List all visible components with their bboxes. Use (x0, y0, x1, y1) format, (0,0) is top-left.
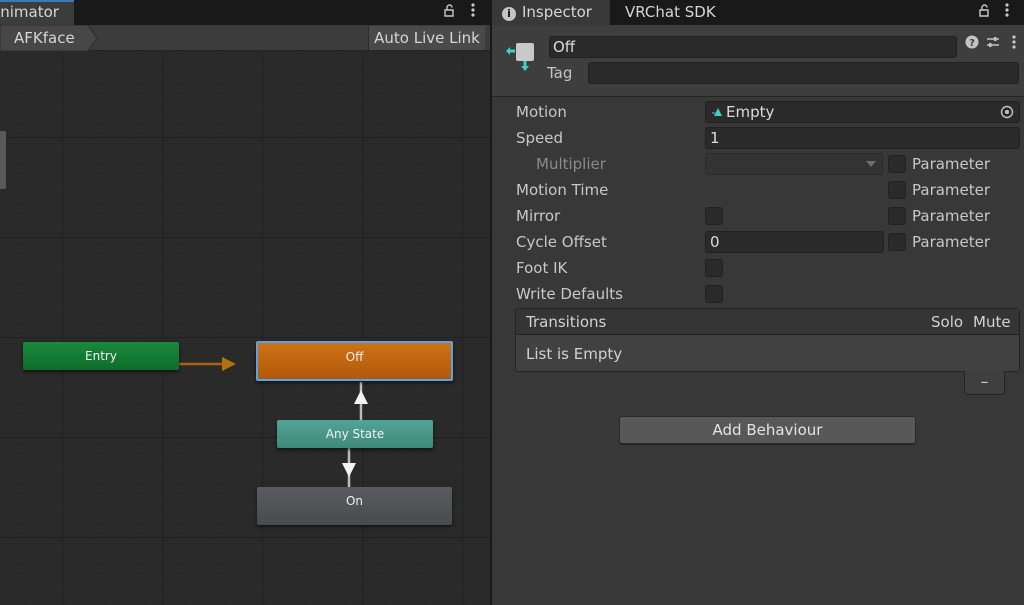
speed-input[interactable]: 1 (705, 127, 1020, 149)
breadcrumb[interactable]: AFKface (0, 25, 100, 51)
list-empty-text: List is Empty (526, 345, 623, 363)
motion-value: Empty (726, 103, 775, 121)
state-name-input[interactable]: Off (549, 36, 957, 58)
mirror-parameter-label: Parameter (912, 207, 991, 225)
remove-transition-button[interactable]: – (964, 371, 1005, 395)
breadcrumb-label: AFKface (14, 29, 75, 47)
speed-label: Speed (516, 129, 564, 147)
graph-scrollbar[interactable] (0, 131, 6, 189)
inspector-header: Off ? Tag (492, 25, 1024, 97)
transitions-header: Transitions Solo Mute (516, 309, 1019, 335)
tag-label: Tag (547, 64, 573, 82)
animator-tab-bar: Animator (0, 0, 490, 25)
transitions-title: Transitions (526, 313, 607, 331)
state-node-on[interactable]: On (257, 487, 452, 525)
cycle-offset-parameter-label: Parameter (912, 233, 991, 251)
inspector-tab-bar: i Inspector VRChat SDK (492, 0, 1024, 25)
tab-animator-label: Animator (0, 3, 59, 21)
multiplier-dropdown (705, 153, 883, 175)
inspector-window: i Inspector VRChat SDK Off ? Tag Motion … (492, 0, 1024, 605)
state-node-entry[interactable]: Entry (23, 342, 179, 370)
animator-toolbar: AFKface Auto Live Link (0, 25, 490, 51)
mirror-checkbox[interactable] (705, 207, 723, 225)
state-node-any-state[interactable]: Any State (277, 420, 433, 448)
cycle-offset-parameter-checkbox[interactable] (888, 233, 906, 251)
tag-input[interactable] (588, 62, 1019, 84)
motion-time-parameter-checkbox[interactable] (888, 181, 906, 199)
multiplier-label: Multiplier (536, 155, 606, 173)
write-defaults-label: Write Defaults (516, 285, 623, 303)
state-node-off[interactable]: Off (256, 341, 453, 381)
object-picker-icon[interactable] (1000, 105, 1014, 119)
motion-time-label: Motion Time (516, 181, 609, 199)
kebab-menu-icon[interactable] (1006, 35, 1022, 53)
tab-inspector[interactable]: i Inspector (492, 0, 610, 25)
solo-column-label: Solo (931, 313, 964, 331)
kebab-menu-icon[interactable] (465, 0, 481, 25)
foot-ik-label: Foot IK (516, 259, 568, 277)
animator-state-icon (506, 43, 534, 71)
multiplier-parameter-checkbox[interactable] (888, 155, 906, 173)
help-icon[interactable]: ? (964, 35, 980, 53)
lock-icon[interactable] (441, 0, 457, 25)
presets-icon[interactable] (985, 35, 1001, 53)
motion-field[interactable]: Empty (705, 101, 1020, 123)
mute-column-label: Mute (973, 313, 1011, 331)
auto-live-link-button[interactable]: Auto Live Link (368, 26, 485, 50)
info-icon: i (502, 7, 516, 21)
lock-icon[interactable] (976, 0, 992, 25)
animator-window: Animator AFKface Auto Live Link (0, 0, 490, 605)
chevron-down-icon (866, 161, 876, 167)
multiplier-parameter-label: Parameter (912, 155, 991, 173)
mirror-parameter-checkbox[interactable] (888, 207, 906, 225)
animation-clip-icon (712, 108, 722, 116)
svg-text:?: ? (969, 38, 975, 49)
active-tab-accent (0, 0, 74, 2)
add-behaviour-button[interactable]: Add Behaviour (619, 416, 916, 444)
tab-vrchat-sdk[interactable]: VRChat SDK (625, 0, 716, 25)
motion-label: Motion (516, 103, 567, 121)
cycle-offset-input[interactable]: 0 (705, 231, 884, 253)
motion-time-parameter-label: Parameter (912, 181, 991, 199)
tab-inspector-label: Inspector (522, 3, 592, 21)
tab-animator[interactable]: Animator (0, 0, 74, 25)
mirror-label: Mirror (516, 207, 561, 225)
cycle-offset-label: Cycle Offset (516, 233, 607, 251)
write-defaults-checkbox[interactable] (705, 285, 723, 303)
transitions-list: Transitions Solo Mute List is Empty (515, 308, 1020, 372)
foot-ik-checkbox[interactable] (705, 259, 723, 277)
kebab-menu-icon[interactable] (999, 0, 1015, 25)
